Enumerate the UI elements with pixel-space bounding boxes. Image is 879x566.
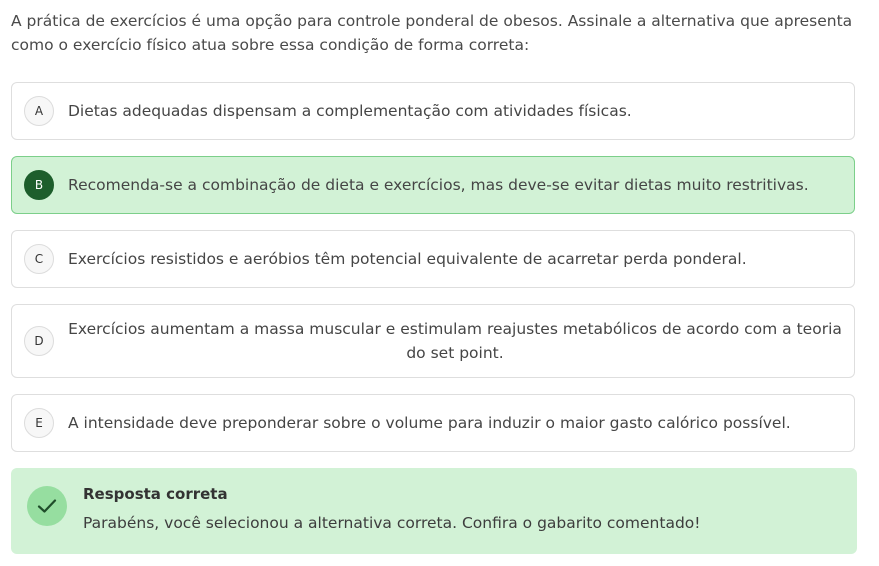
option-text: Exercícios resistidos e aeróbios têm pot… (68, 250, 747, 268)
option-c[interactable]: C Exercícios resistidos e aeróbios têm p… (11, 230, 855, 288)
option-e[interactable]: E A intensidade deve preponderar sobre o… (11, 394, 855, 452)
option-b[interactable]: B Recomenda-se a combinação de dieta e e… (11, 156, 855, 214)
question-text: A prática de exercícios é uma opção para… (11, 12, 853, 54)
option-text: Dietas adequadas dispensam a complementa… (68, 102, 632, 120)
option-a[interactable]: A Dietas adequadas dispensam a complemen… (11, 82, 855, 140)
option-letter: D (24, 326, 54, 356)
option-letter: C (24, 244, 54, 274)
option-letter: A (24, 96, 54, 126)
feedback-panel: Resposta correta Parabéns, você selecion… (11, 468, 857, 554)
option-d[interactable]: D Exercícios aumentam a massa muscular e… (11, 304, 855, 378)
option-letter: B (24, 170, 54, 200)
feedback-message: Parabéns, você selecionou a alternativa … (83, 514, 701, 532)
option-text: Exercícios aumentam a massa muscular e e… (68, 320, 842, 362)
option-letter: E (24, 408, 54, 438)
option-text: Recomenda-se a combinação de dieta e exe… (68, 176, 809, 194)
check-icon (27, 486, 67, 526)
option-text: A intensidade deve preponderar sobre o v… (68, 414, 791, 432)
feedback-title: Resposta correta (83, 485, 228, 503)
